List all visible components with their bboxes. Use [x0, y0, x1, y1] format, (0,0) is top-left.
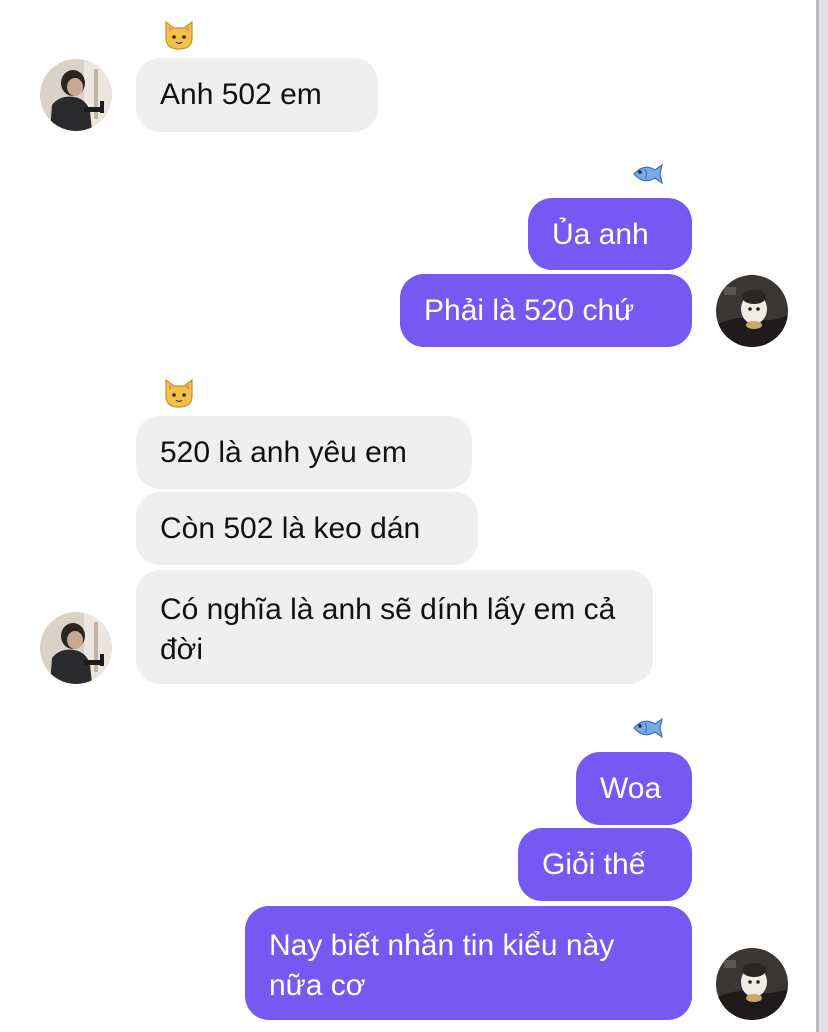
contact-avatar[interactable] — [40, 59, 112, 131]
incoming-message-bubble[interactable]: Có nghĩa là anh sẽ dính lấy em cả đời — [136, 570, 653, 684]
fish-icon — [633, 717, 663, 739]
outgoing-message-bubble[interactable]: Giỏi thế — [518, 828, 692, 901]
incoming-message-bubble[interactable]: Anh 502 em — [136, 58, 378, 132]
scrollbar-track[interactable] — [816, 0, 828, 1032]
my-avatar[interactable] — [716, 275, 788, 347]
cat-face-icon — [165, 20, 193, 50]
outgoing-message-bubble[interactable]: Phải là 520 chứ — [400, 274, 692, 347]
incoming-message-bubble[interactable]: Còn 502 là keo dán — [136, 492, 478, 565]
outgoing-message-bubble[interactable]: Woa — [576, 752, 692, 825]
outgoing-message-bubble[interactable]: Nay biết nhắn tin kiểu này nữa cơ — [245, 906, 692, 1020]
my-avatar[interactable] — [716, 948, 788, 1020]
incoming-message-bubble[interactable]: 520 là anh yêu em — [136, 416, 472, 489]
contact-avatar[interactable] — [40, 612, 112, 684]
cat-face-icon — [165, 378, 193, 408]
fish-icon — [633, 163, 663, 185]
outgoing-message-bubble[interactable]: Ủa anh — [528, 198, 692, 270]
